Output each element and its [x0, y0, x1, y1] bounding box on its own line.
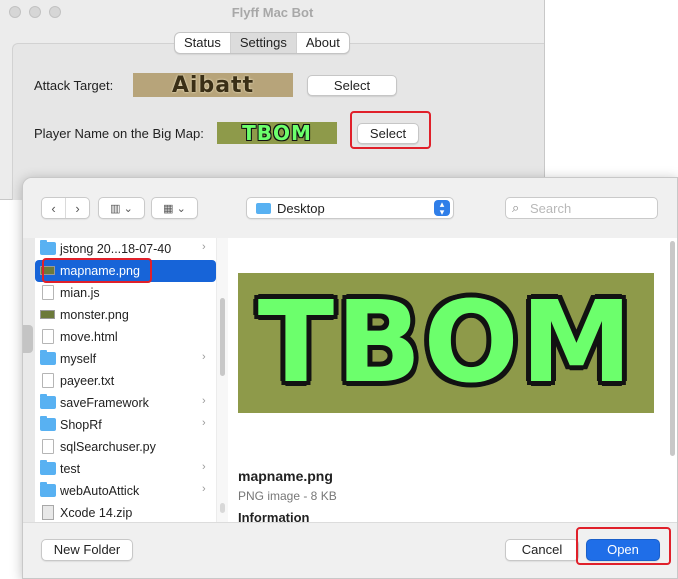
preview-info-heading: Information [238, 510, 310, 522]
document-icon [42, 439, 54, 454]
folder-icon [40, 416, 56, 431]
screen: Flyff Mac Bot Status Settings About Atta… [0, 0, 678, 579]
tab-about[interactable]: About [297, 33, 349, 53]
popup-arrows-icon: ▴ ▾ [434, 200, 450, 217]
file-name: payeer.txt [60, 374, 115, 388]
file-name: Xcode 14.zip [60, 506, 133, 520]
folder-icon [40, 394, 56, 409]
chevron-right-icon: › [202, 461, 206, 473]
file-name: ShopRf [60, 418, 102, 432]
file-row-mian-js[interactable]: mian.js [35, 282, 216, 304]
chevron-right-icon: › [202, 351, 206, 363]
file-row-move-html[interactable]: move.html [35, 326, 216, 348]
tab-bar: Status Settings About [174, 32, 350, 54]
forward-icon[interactable]: › [66, 198, 89, 218]
file-name: saveFramework [60, 396, 149, 410]
document-icon [42, 373, 54, 388]
file-name: test [60, 462, 81, 476]
file-name: monster.png [60, 308, 129, 322]
desktop-folder-icon [256, 203, 271, 214]
search-icon: ⌕ [512, 200, 520, 215]
player-name-label: Player Name on the Big Map: [34, 126, 204, 141]
tab-status[interactable]: Status [175, 33, 231, 53]
scrollbar-thumb[interactable] [220, 298, 225, 376]
window-title: Flyff Mac Bot [231, 5, 314, 20]
title-bar[interactable]: Flyff Mac Bot [0, 0, 544, 26]
preview-image: TBOM [238, 273, 654, 413]
highlight-open-button [576, 527, 671, 565]
grid-options-icon: ▦ ⌄ [163, 202, 186, 215]
file-name: webAutoAttick [60, 484, 140, 498]
search-field[interactable]: ⌕ [505, 197, 658, 219]
history-nav: ‹ › [41, 197, 90, 219]
file-list-scrollbar[interactable] [216, 238, 228, 522]
player-name-capture-image: TBOM [217, 121, 337, 145]
document-icon [42, 329, 54, 344]
sidebar-selection [23, 325, 33, 353]
columns-view-icon: ▥ ⌄ [110, 202, 133, 215]
highlight-select-button [350, 111, 431, 149]
file-row-shoprf[interactable]: ShopRf › [35, 414, 216, 436]
file-open-dialog: ‹ › ▥ ⌄ ▦ ⌄ Desktop ▴ ▾ ⌕ Search jstong … [22, 177, 678, 579]
file-row-xcode-zip[interactable]: Xcode 14.zip [35, 502, 216, 522]
chevron-right-icon: › [202, 417, 206, 429]
tab-settings[interactable]: Settings [230, 33, 297, 53]
file-name: move.html [60, 330, 118, 344]
attack-target-label: Attack Target: [34, 78, 114, 93]
folder-icon [40, 460, 56, 475]
scrollbar-thumb[interactable] [670, 241, 675, 456]
preview-file-kind: PNG image - 8 KB [238, 489, 337, 503]
zip-file-icon [42, 505, 54, 520]
new-folder-button[interactable]: New Folder [41, 539, 133, 561]
file-row-monster[interactable]: monster.png [35, 304, 216, 326]
attack-target-select-button[interactable]: Select [307, 75, 397, 96]
highlight-selected-file [42, 258, 152, 283]
chevron-right-icon: › [202, 241, 206, 253]
file-row-webautoattick[interactable]: webAutoAttick › [35, 480, 216, 502]
file-name: myself [60, 352, 97, 366]
preview-pane: TBOM mapname.png PNG image - 8 KB Inform… [228, 238, 677, 522]
dialog-toolbar: ‹ › ▥ ⌄ ▦ ⌄ Desktop ▴ ▾ ⌕ [23, 178, 677, 238]
file-row-myself[interactable]: myself › [35, 348, 216, 370]
cancel-button[interactable]: Cancel [505, 539, 579, 561]
back-icon[interactable]: ‹ [42, 198, 66, 218]
file-row-saveframework[interactable]: saveFramework › [35, 392, 216, 414]
chevron-right-icon: › [202, 395, 206, 407]
file-name: sqlSearchuser.py [60, 440, 156, 454]
group-by-button[interactable]: ▦ ⌄ [151, 197, 198, 219]
image-file-icon [40, 310, 55, 319]
location-popup[interactable]: Desktop ▴ ▾ [246, 197, 454, 219]
file-row-payeer[interactable]: payeer.txt [35, 370, 216, 392]
file-row-test[interactable]: test › [35, 458, 216, 480]
view-mode-button[interactable]: ▥ ⌄ [98, 197, 145, 219]
location-label: Desktop [277, 201, 325, 216]
file-row-jstong[interactable]: jstong 20...18-07-40 › [35, 238, 216, 260]
file-row-sqlsearchuser[interactable]: sqlSearchuser.py [35, 436, 216, 458]
folder-icon [40, 482, 56, 497]
sidebar-edge [23, 238, 35, 522]
chevron-right-icon: › [202, 483, 206, 495]
folder-icon [40, 350, 56, 365]
scrollbar-end [220, 503, 225, 513]
folder-icon [40, 240, 56, 255]
document-icon [42, 285, 54, 300]
app-window: Flyff Mac Bot Status Settings About Atta… [0, 0, 545, 200]
search-input[interactable] [530, 200, 650, 217]
file-name: jstong 20...18-07-40 [60, 242, 172, 256]
file-name: mian.js [60, 286, 100, 300]
attack-target-capture-image: Aibatt [133, 73, 293, 98]
preview-scrollbar[interactable] [667, 238, 677, 522]
preview-file-name: mapname.png [238, 468, 333, 484]
